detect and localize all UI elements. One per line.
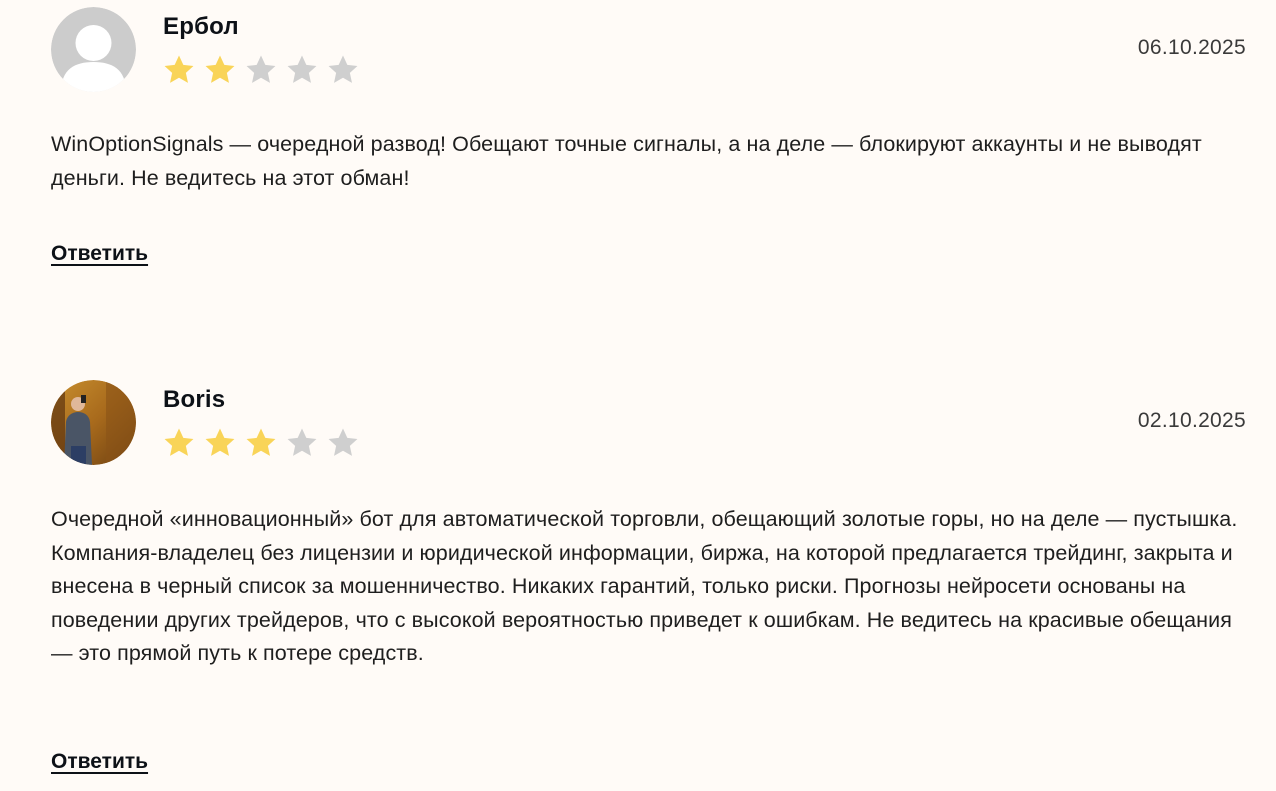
star-empty-icon xyxy=(328,428,358,456)
reply-link[interactable]: Ответить xyxy=(51,750,148,774)
star-empty-icon xyxy=(287,55,317,83)
star-empty-icon xyxy=(287,428,317,456)
review-date: 02.10.2025 xyxy=(1137,409,1246,432)
star-empty-icon xyxy=(246,55,276,83)
star-filled-icon xyxy=(205,55,235,83)
star-rating xyxy=(162,53,360,87)
review-text: Очередной «инновационный» бот для автома… xyxy=(51,507,1238,666)
star-empty-icon xyxy=(328,55,358,83)
reply-link[interactable]: Ответить xyxy=(51,242,148,266)
star-rating xyxy=(162,426,360,460)
review-author: Ербол xyxy=(163,13,239,40)
review-text: WinOptionSignals — очередной развод! Обе… xyxy=(51,132,1202,190)
avatar xyxy=(51,380,136,465)
star-filled-icon xyxy=(164,428,194,456)
star-filled-icon xyxy=(205,428,235,456)
avatar xyxy=(51,7,136,92)
default-user-icon xyxy=(51,7,136,92)
star-filled-icon xyxy=(246,428,276,456)
review-date: 06.10.2025 xyxy=(1137,36,1246,59)
review-author: Boris xyxy=(163,386,226,413)
star-filled-icon xyxy=(164,55,194,83)
user-photo xyxy=(51,380,136,465)
